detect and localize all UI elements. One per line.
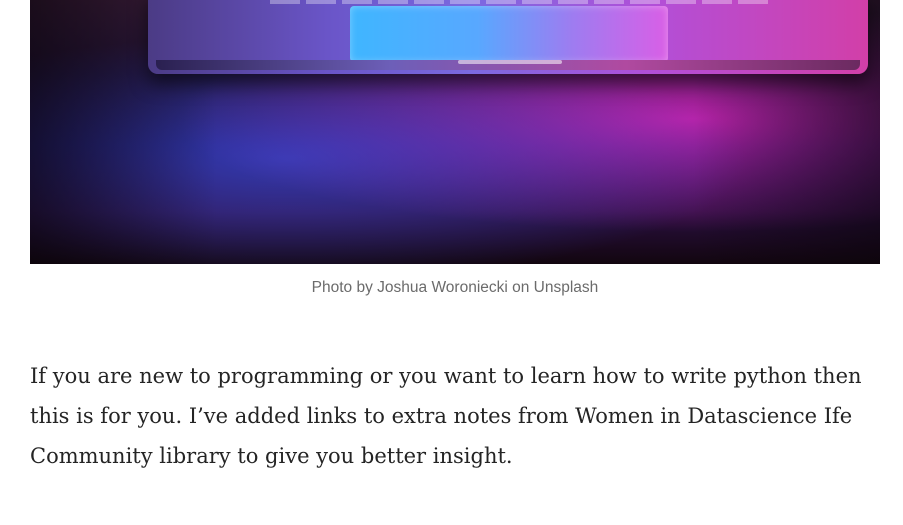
laptop-notch <box>458 60 562 64</box>
article-page: Photo by Joshua Woroniecki on Unsplash I… <box>0 0 903 525</box>
article-paragraph: If you are new to programming or you wan… <box>30 364 862 468</box>
laptop-keys <box>270 0 770 4</box>
hero-image <box>30 0 880 264</box>
image-caption: Photo by Joshua Woroniecki on Unsplash <box>311 279 599 296</box>
laptop-trackpad <box>350 6 668 62</box>
